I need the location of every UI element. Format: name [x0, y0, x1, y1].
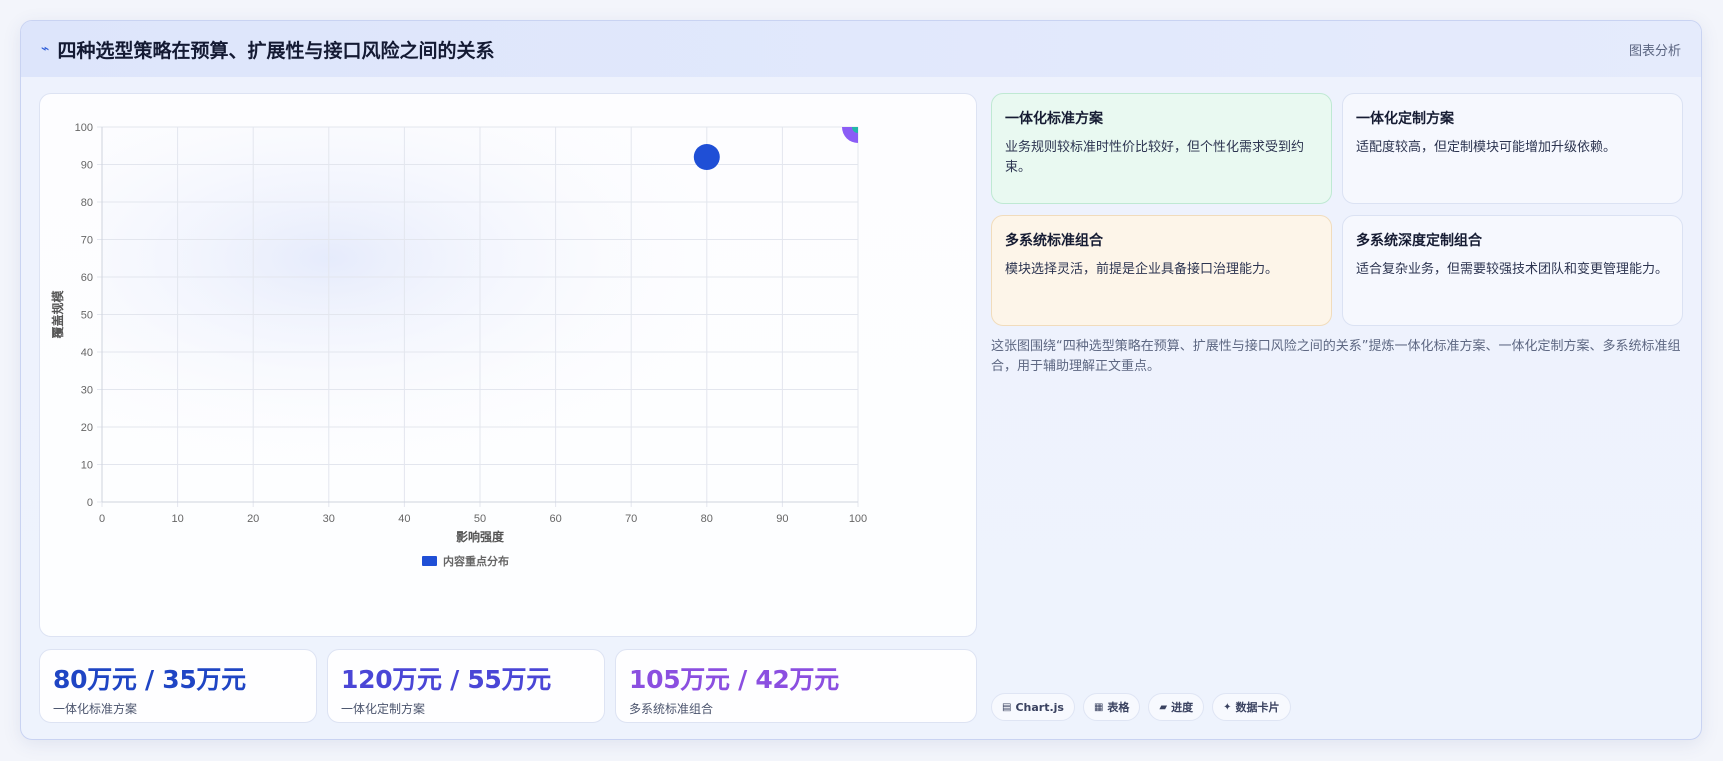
y-tick-label: 30 — [81, 385, 93, 397]
tag-data-card[interactable]: ✦ 数据卡片 — [1212, 693, 1291, 721]
tile-desc: 业务规则较标准时性价比较好，但个性化需求受到约束。 — [1005, 140, 1305, 175]
y-tick-label: 90 — [81, 160, 93, 172]
kpi-label: 一体化标准方案 — [53, 702, 138, 716]
table-icon: ▦ — [1093, 701, 1104, 713]
tag-label: 数据卡片 — [1235, 701, 1280, 714]
x-tick-label: 40 — [398, 513, 410, 525]
scatter-point[interactable] — [852, 121, 864, 133]
chart-description: 这张图围绕“四种选型策略在预算、扩展性与接口风险之间的关系”提炼一体化标准方案、… — [991, 339, 1681, 374]
y-tick-label: 0 — [87, 497, 93, 509]
y-tick-label: 70 — [81, 235, 93, 247]
y-tick-label: 50 — [81, 310, 93, 322]
header-right-label: 图表分析 — [1628, 44, 1681, 59]
strategy-tile-1: 一体化标准方案 业务规则较标准时性价比较好，但个性化需求受到约束。 — [991, 93, 1332, 204]
x-tick-label: 20 — [247, 513, 259, 525]
tile-desc: 模块选择灵活，前提是企业具备接口治理能力。 — [1005, 262, 1279, 277]
x-tick-label: 60 — [549, 513, 561, 525]
y-tick-label: 60 — [81, 272, 93, 284]
x-tick-label: 0 — [99, 513, 105, 525]
y-tick-label: 80 — [81, 197, 93, 209]
progress-icon: ▰ — [1159, 701, 1168, 713]
strategy-tile-2: 一体化定制方案 适配度较高，但定制模块可能增加升级依赖。 — [1342, 93, 1683, 204]
zap-icon: ⌁ — [41, 41, 50, 57]
card-header: ⌁ 四种选型策略在预算、扩展性与接口风险之间的关系 图表分析 — [21, 21, 1701, 77]
page-title: 四种选型策略在预算、扩展性与接口风险之间的关系 — [57, 39, 495, 62]
strategy-tile-4: 多系统深度定制组合 适合复杂业务，但需要较强技术团队和变更管理能力。 — [1342, 215, 1683, 326]
legend-swatch — [422, 556, 437, 566]
x-tick-label: 50 — [474, 513, 486, 525]
scatter-chart-panel: 0 10 20 30 40 50 60 70 80 90 100 0 10 20 30 40 50 60 70 80 9… — [39, 93, 977, 637]
tile-desc: 适配度较高，但定制模块可能增加升级依赖。 — [1356, 140, 1617, 155]
tag-label: 表格 — [1107, 701, 1130, 714]
x-axis-title: 影响强度 — [456, 529, 505, 544]
tile-desc: 适合复杂业务，但需要较强技术团队和变更管理能力。 — [1356, 262, 1669, 277]
tag-list: ▤ Chart.js ▦ 表格 ▰ 进度 ✦ 数据卡片 — [991, 693, 1291, 721]
tag-label: Chart.js — [1015, 700, 1064, 714]
strategy-tile-3: 多系统标准组合 模块选择灵活，前提是企业具备接口治理能力。 — [991, 215, 1332, 326]
x-tick-label: 10 — [171, 513, 183, 525]
data-card-icon: ✦ — [1223, 701, 1232, 713]
x-tick-label: 70 — [625, 513, 637, 525]
y-axis-title: 覆盖规模 — [50, 290, 65, 340]
kpi-card-3: 105万元 / 42万元 多系统标准组合 — [615, 649, 977, 723]
scatter-chart: 0 10 20 30 40 50 60 70 80 90 100 0 10 20 30 40 50 60 70 80 9… — [50, 121, 867, 568]
kpi-value: 105万元 / 42万元 — [629, 665, 839, 694]
tag-chartjs[interactable]: ▤ Chart.js — [991, 693, 1075, 721]
tag-progress[interactable]: ▰ 进度 — [1148, 693, 1205, 721]
y-tick-label: 20 — [81, 422, 93, 434]
tile-title: 一体化定制方案 — [1356, 111, 1454, 127]
kpi-card-1: 80万元 / 35万元 一体化标准方案 — [39, 649, 317, 723]
kpi-label: 多系统标准组合 — [629, 702, 714, 716]
scatter-point[interactable] — [693, 144, 720, 170]
legend-label[interactable]: 内容重点分布 — [443, 554, 509, 568]
tile-title: 多系统深度定制组合 — [1356, 233, 1482, 249]
kpi-card-2: 120万元 / 55万元 一体化定制方案 — [327, 649, 605, 723]
tile-title: 一体化标准方案 — [1005, 111, 1103, 127]
x-tick-label: 30 — [323, 513, 335, 525]
x-tick-label: 80 — [701, 513, 713, 525]
y-tick-label: 10 — [81, 460, 93, 472]
x-tick-label: 100 — [849, 513, 867, 525]
kpi-value: 120万元 / 55万元 — [341, 665, 551, 694]
tile-title: 多系统标准组合 — [1005, 233, 1103, 249]
x-tick-label: 90 — [776, 513, 788, 525]
y-tick-label: 40 — [81, 347, 93, 359]
tag-table[interactable]: ▦ 表格 — [1082, 693, 1141, 721]
chart-icon: ▤ — [1002, 701, 1012, 713]
kpi-value: 80万元 / 35万元 — [53, 665, 246, 694]
tag-label: 进度 — [1171, 701, 1194, 714]
y-tick-label: 100 — [75, 122, 93, 134]
chart-analysis-card: ⌁ 四种选型策略在预算、扩展性与接口风险之间的关系 图表分析 0 10 20 30 40… — [20, 20, 1702, 740]
kpi-label: 一体化定制方案 — [341, 702, 426, 716]
